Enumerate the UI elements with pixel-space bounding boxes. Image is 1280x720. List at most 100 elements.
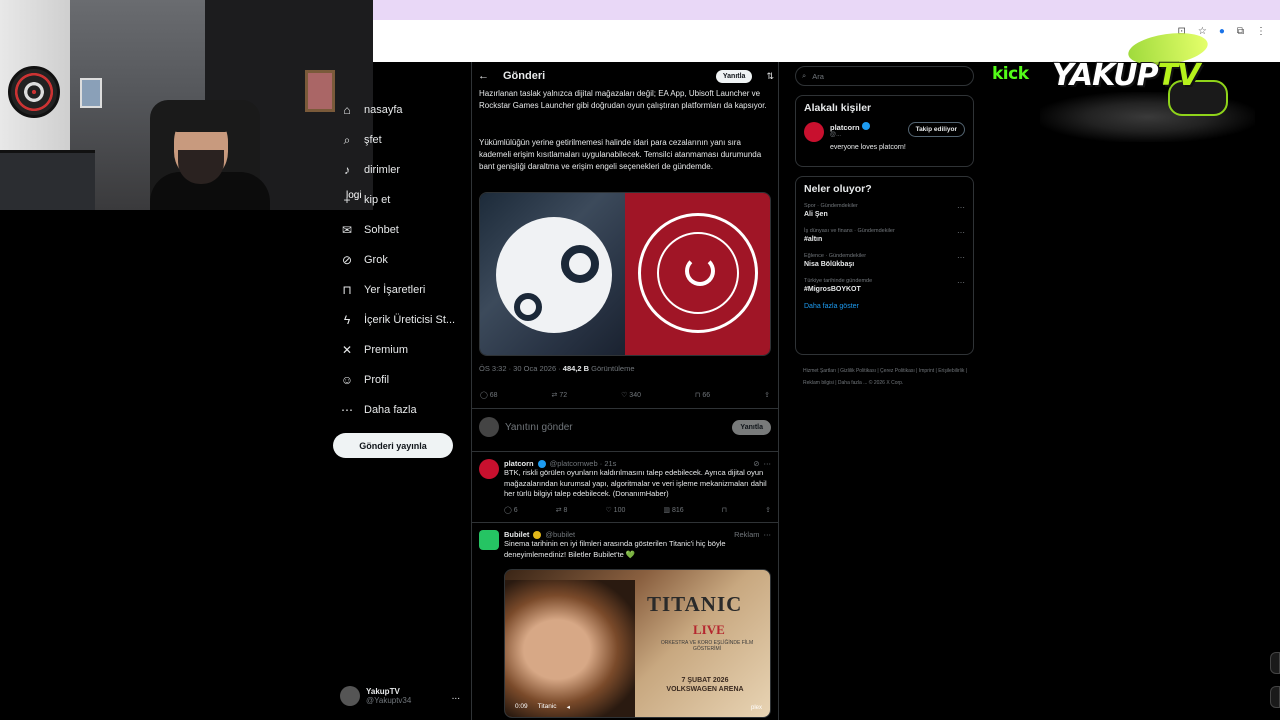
sidebar-item-premium[interactable]: ✕ Premium: [333, 335, 468, 365]
menu-icon[interactable]: ⋮: [1256, 26, 1266, 37]
views-action[interactable]: ▥ 816: [663, 506, 683, 514]
person-bio: everyone loves platcorn!: [830, 144, 906, 151]
trend-item[interactable]: Türkiye tarihinde gündemde #MigrosBOYKOT…: [804, 278, 965, 293]
more-icon[interactable]: ...: [452, 691, 460, 702]
person-name[interactable]: platcorn: [830, 123, 860, 132]
verified-gold-badge-icon: [533, 530, 542, 539]
sidebar-item-follow[interactable]: + kip et: [333, 185, 468, 215]
ad-tweet[interactable]: Bubilet @bubilet Reklam ⋯ Sinema tarihin…: [479, 530, 771, 560]
steam-ring: [561, 245, 599, 283]
more-icon[interactable]: ⋯: [764, 530, 772, 539]
person-handle: @...: [830, 132, 842, 138]
heart-icon: ♡: [605, 506, 614, 514]
more-circle-icon: ⋯: [341, 403, 353, 417]
repost-action[interactable]: ⇄ 72: [552, 391, 568, 399]
avatar[interactable]: [479, 459, 499, 479]
titanic-video[interactable]: TITANIC LIVE ORKESTRA VE KORO EŞLİĞİNDE …: [504, 569, 771, 718]
show-more-link[interactable]: Daha fazla göster: [804, 303, 965, 310]
trend-category: Spor · Gündemdekiler: [804, 203, 858, 209]
sidebar-item-label: Yer İşaretleri: [364, 284, 426, 296]
following-button[interactable]: Takip ediliyor: [907, 122, 965, 137]
poster-date: 7 ŞUBAT 2026: [681, 677, 729, 684]
sidebar-item-bookmarks[interactable]: ⊓ Yer İşaretleri: [333, 275, 468, 305]
trend-item[interactable]: İş dünyası ve finans · Gündemdekiler #al…: [804, 228, 965, 243]
crescent-icon: [685, 256, 715, 286]
view-count: 816: [671, 506, 684, 514]
trend-category: İş dünyası ve finans · Gündemdekiler: [804, 228, 895, 234]
view-count: 484,2 B: [562, 364, 590, 373]
repost-count: 8: [563, 506, 568, 514]
sound-icon[interactable]: ◂: [567, 703, 570, 711]
poster-subtitle: ORKESTRA VE KORO EŞLİĞİNDE FİLM GÖSTERİM…: [660, 640, 754, 652]
puzzle-icon[interactable]: ⧉: [1237, 26, 1244, 37]
divider: [471, 451, 779, 452]
search-input[interactable]: ⌕ Ara: [795, 66, 974, 86]
sidebar-item-label: Grok: [364, 254, 388, 266]
more-icon[interactable]: ⋯: [957, 278, 965, 287]
like-action[interactable]: ♡ 340: [621, 391, 641, 399]
card-title: Neler oluyor?: [804, 183, 872, 195]
profile-icon[interactable]: ●: [1219, 26, 1225, 37]
sidebar-item-home[interactable]: ⌂ nasayfa: [333, 95, 468, 125]
bookmark-action[interactable]: ⊓ 66: [695, 391, 710, 399]
bookmark-icon[interactable]: ⊓: [722, 506, 727, 514]
reply-count: 6: [513, 506, 518, 514]
more-icon[interactable]: ⋯: [764, 459, 772, 468]
video-controls[interactable]: 0:09 Titanic ◂: [515, 703, 570, 711]
bell-icon: ♪: [344, 163, 350, 177]
sidebar-item-messages[interactable]: ✉ Sohbet: [333, 215, 468, 245]
avatar: [340, 686, 360, 706]
suggested-person[interactable]: platcorn @... Takip ediliyor: [804, 122, 965, 142]
back-arrow-icon[interactable]: ←: [478, 70, 489, 82]
x-logo-icon: ✕: [341, 343, 353, 357]
ministry-seal-image: [625, 193, 770, 355]
sidebar-item-more[interactable]: ⋯ Daha fazla: [333, 395, 468, 425]
steam-image: [480, 193, 625, 355]
tweet-media[interactable]: [479, 192, 771, 356]
sidebar-item-profile[interactable]: ☺ Profil: [333, 365, 468, 395]
repost-action[interactable]: ⇄ 8: [556, 506, 568, 514]
sidebar-item-explore[interactable]: ⌕ şfet: [333, 125, 468, 155]
ad-author-handle: @bubilet: [545, 530, 576, 539]
trend-item[interactable]: Spor · Gündemdekiler Ali Şen ⋯: [804, 203, 965, 218]
tweet-timestamp[interactable]: ÖS 3:32 · 30 Oca 2026 ·: [479, 364, 563, 373]
post-button[interactable]: Gönderi yayınla: [333, 433, 453, 458]
mail-icon: ✉: [341, 223, 353, 237]
kick-logo: kick: [992, 64, 1029, 84]
more-icon[interactable]: ⋯: [957, 253, 965, 262]
reply-action[interactable]: ◯ 6: [504, 506, 518, 514]
poster-date-block: 7 ŞUBAT 2026 VOLKSWAGEN ARENA: [645, 676, 765, 694]
filter-icon[interactable]: ⇅: [766, 71, 774, 82]
trend-category: Türkiye tarihinde gündemde: [804, 278, 873, 284]
like-count: 100: [613, 506, 626, 514]
tweet-actions: ◯ 68 ⇄ 72 ♡ 340 ⊓ 66 ⇪: [480, 391, 770, 399]
avatar[interactable]: [804, 122, 824, 142]
sidebar-item-label: dirimler: [364, 164, 401, 176]
sidebar-item-label: Profil: [364, 374, 390, 386]
seal-inner-ring: [657, 232, 739, 314]
reply-composer: Yanıtını gönder Yanıtla: [479, 417, 771, 437]
like-action[interactable]: ♡ 100: [605, 506, 625, 514]
share-icon[interactable]: ⇪: [764, 391, 770, 399]
sidebar-item-label: Premium: [364, 344, 409, 356]
share-icon[interactable]: ⇪: [765, 506, 771, 514]
steam-dot: [514, 293, 542, 321]
reply-author-name[interactable]: platcorn: [504, 459, 534, 468]
trend-item[interactable]: Eğlence · Gündemdekiler Nisa Bölükbaşı ⋯: [804, 253, 965, 268]
home-icon: ⌂: [343, 103, 351, 117]
reply-tweet[interactable]: platcorn @platcornweb · 21s ⊘ ⋯ BTK, ris…: [479, 459, 771, 514]
reply-submit-button[interactable]: Yanıtla: [732, 419, 771, 435]
bubilet-logo-icon[interactable]: [479, 530, 499, 550]
more-icon[interactable]: ⋯: [957, 228, 965, 237]
sidebar-item-grok[interactable]: ⊘ Grok: [333, 245, 468, 275]
footer-links[interactable]: Hizmet Şartları | Gizlilik Politikası | …: [803, 365, 968, 389]
reply-action[interactable]: ◯ 68: [480, 391, 498, 399]
grok-icon[interactable]: ⊘: [753, 459, 759, 468]
account-switcher[interactable]: YakupTV @Yakuptv34 ...: [340, 686, 460, 706]
sidebar-item-creator-studio[interactable]: ϟ İçerik Üreticisi St...: [333, 305, 468, 335]
reply-input[interactable]: Yanıtını gönder: [505, 422, 573, 433]
sidebar-item-notifications[interactable]: ♪ dirimler: [333, 155, 468, 185]
ad-author-name[interactable]: Bubilet: [504, 530, 529, 539]
more-icon[interactable]: ⋯: [957, 203, 965, 212]
reply-pill-button[interactable]: Yanıtla: [715, 69, 753, 83]
